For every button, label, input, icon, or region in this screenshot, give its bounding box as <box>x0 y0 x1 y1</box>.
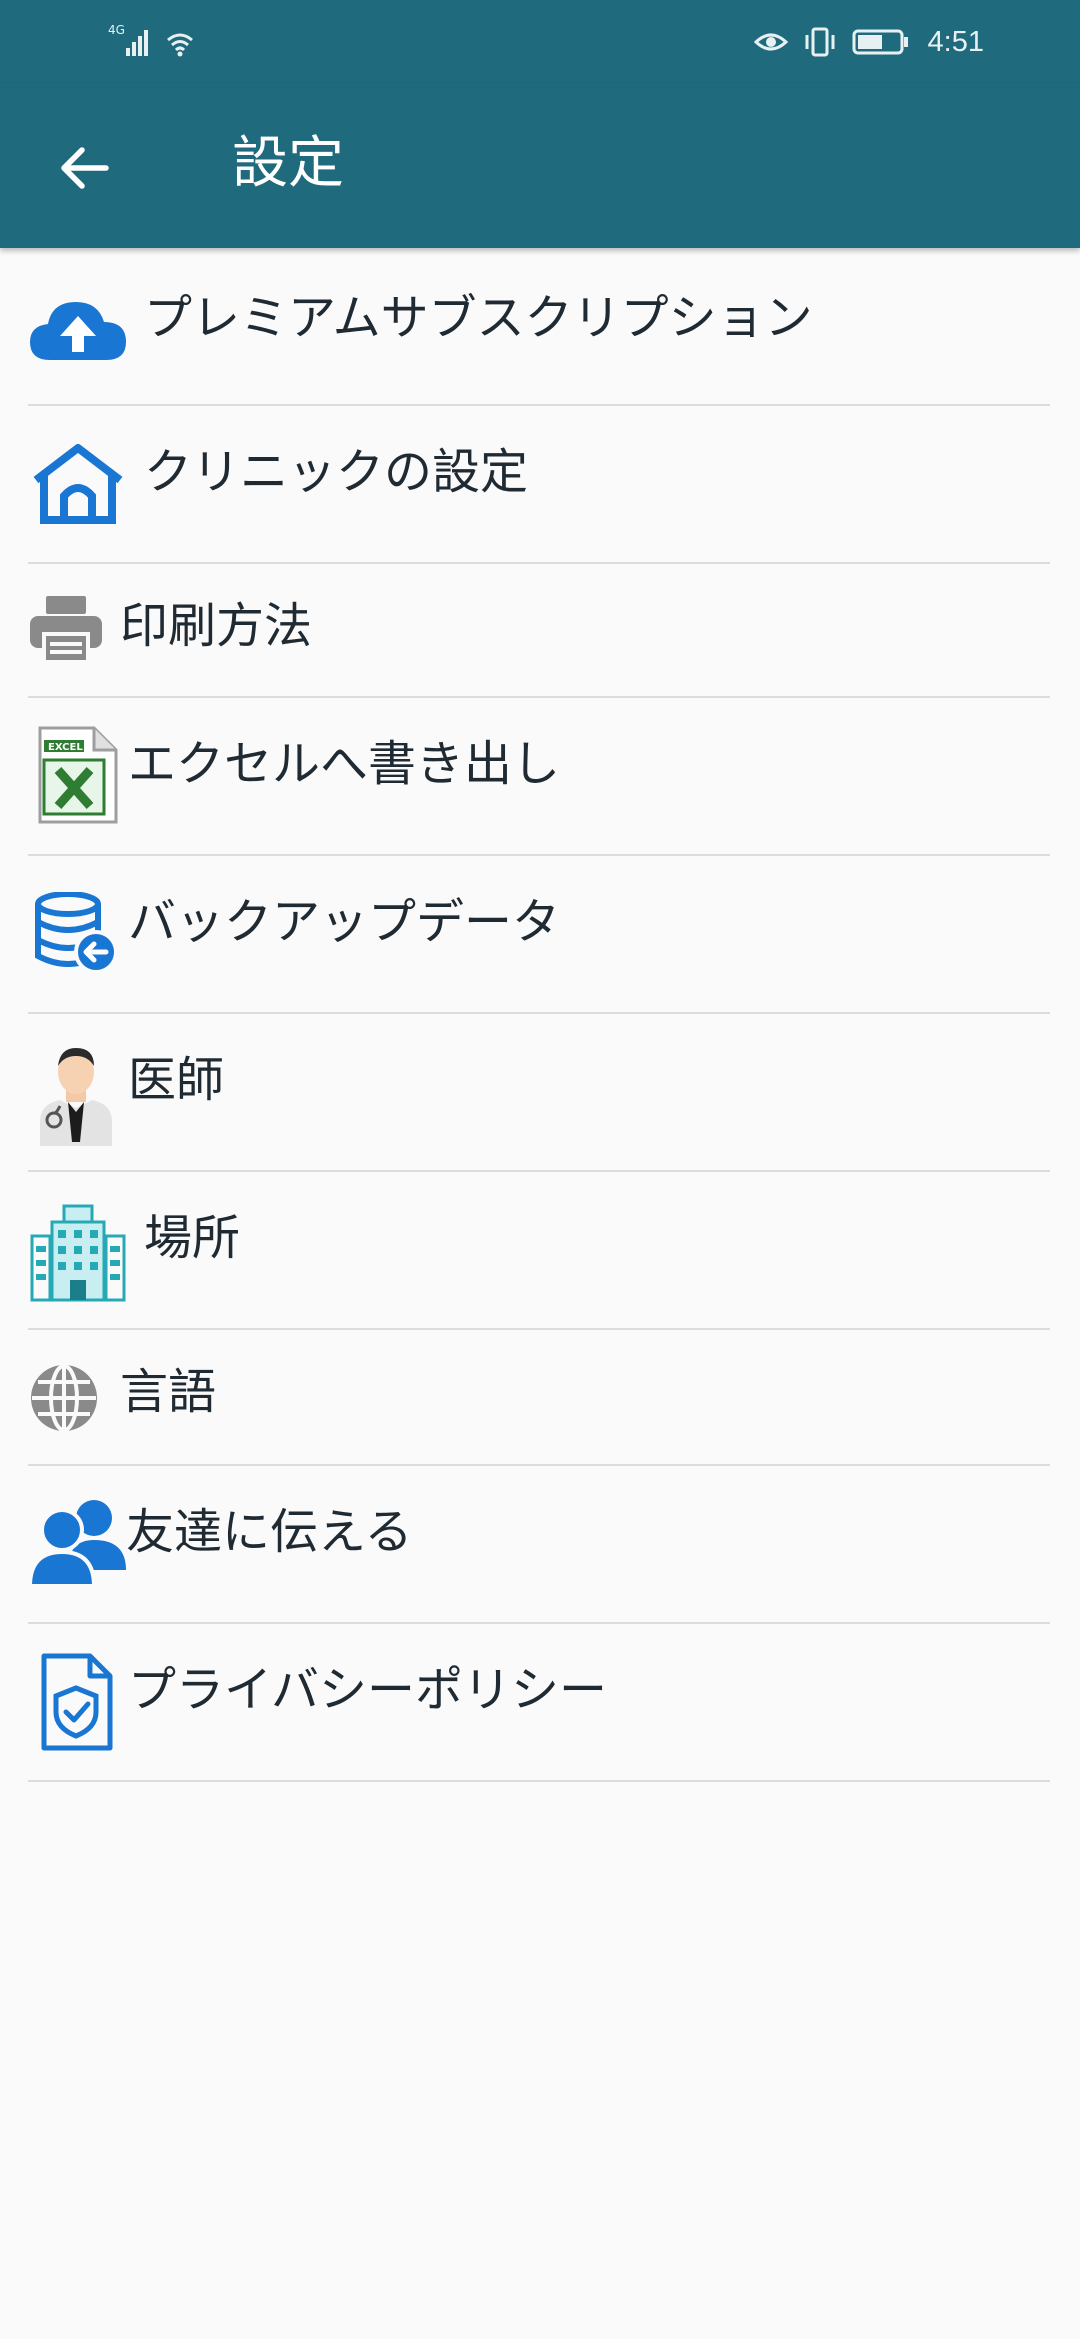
signal-icon: 4G <box>108 23 193 57</box>
back-button[interactable] <box>40 128 128 208</box>
settings-item-doctor[interactable]: 医師 <box>28 1014 1050 1172</box>
vibrate-icon <box>805 27 835 57</box>
app-bar: 設定 <box>0 84 1080 248</box>
settings-item-label: 言語 <box>120 1364 217 1420</box>
settings-item-label: クリニックの設定 <box>144 444 529 500</box>
status-icons: 4:51 <box>753 22 984 62</box>
arrow-left-icon[interactable] <box>56 140 112 196</box>
eye-comfort-icon <box>753 33 788 51</box>
settings-item-export-excel[interactable]: EXCEL エクセルへ書き出し <box>28 698 1050 856</box>
settings-item-premium-subscription[interactable]: プレミアムサブスクリプション <box>28 248 1050 406</box>
settings-item-label: バックアップデータ <box>128 894 561 950</box>
battery-icon <box>852 29 908 55</box>
page-title: 設定 <box>232 131 344 196</box>
svg-text:EXCEL: EXCEL <box>48 742 83 753</box>
doctor-icon <box>40 1048 112 1146</box>
settings-item-label: 友達に伝える <box>126 1504 413 1560</box>
settings-item-print-method[interactable]: 印刷方法 <box>28 564 1050 698</box>
printer-icon <box>30 596 102 664</box>
excel-icon: EXCEL <box>38 726 118 824</box>
settings-item-location[interactable]: 場所 <box>28 1172 1050 1330</box>
settings-item-label: 場所 <box>144 1210 241 1266</box>
clock: 4:51 <box>927 25 984 58</box>
settings-item-privacy-policy[interactable]: プライバシーポリシー <box>28 1624 1050 1782</box>
settings-item-label: プライバシーポリシー <box>128 1662 608 1718</box>
settings-item-clinic-settings[interactable]: クリニックの設定 <box>28 406 1050 564</box>
settings-item-label: エクセルへ書き出し <box>128 736 561 792</box>
network-indicator: 4G <box>108 22 208 62</box>
privacy-shield-icon <box>41 1653 113 1751</box>
building-icon <box>30 1204 126 1302</box>
home-icon <box>33 444 123 524</box>
status-bar: 4G 4:51 <box>0 0 1080 84</box>
settings-item-label: 医師 <box>128 1052 225 1108</box>
settings-item-backup-data[interactable]: バックアップデータ <box>28 856 1050 1014</box>
settings-item-label: プレミアムサブスクリプション <box>144 290 813 346</box>
svg-text:4G: 4G <box>108 23 125 37</box>
wifi-icon <box>167 33 193 52</box>
cloud-upload-icon <box>30 302 126 360</box>
settings-item-tell-friend[interactable]: 友達に伝える <box>28 1466 1050 1624</box>
settings-item-label: 印刷方法 <box>120 598 313 654</box>
database-backup-icon <box>35 892 118 974</box>
globe-icon <box>31 1364 97 1432</box>
settings-item-language[interactable]: 言語 <box>28 1330 1050 1466</box>
users-icon <box>28 1500 126 1588</box>
